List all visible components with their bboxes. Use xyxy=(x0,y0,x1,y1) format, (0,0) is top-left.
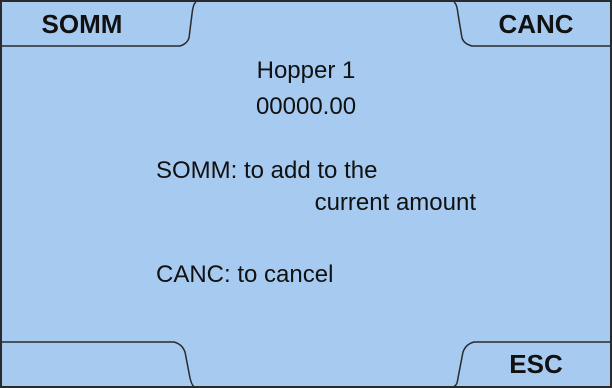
esc-softkey-label: ESC xyxy=(509,348,563,379)
hopper-title: Hopper 1 xyxy=(256,57,356,84)
canc-softkey-label: CANC xyxy=(498,8,574,39)
somm-softkey-label: SOMM xyxy=(41,8,123,39)
somm-help-line-1: SOMM: to add to the xyxy=(156,157,378,184)
esc-softkey[interactable]: ESC xyxy=(462,342,610,386)
somm-help-line-2: current amount xyxy=(314,189,476,216)
amount-value: 00000.00 xyxy=(255,93,357,120)
canc-help-text: CANC: to cancel xyxy=(156,261,334,288)
bottom-left-softkey[interactable] xyxy=(2,342,162,386)
canc-softkey[interactable]: CANC xyxy=(462,2,610,46)
hmi-screen: SOMM CANC ESC Hopper 1 00000.00 SOMM: to… xyxy=(0,0,612,388)
somm-softkey[interactable]: SOMM xyxy=(2,2,162,46)
